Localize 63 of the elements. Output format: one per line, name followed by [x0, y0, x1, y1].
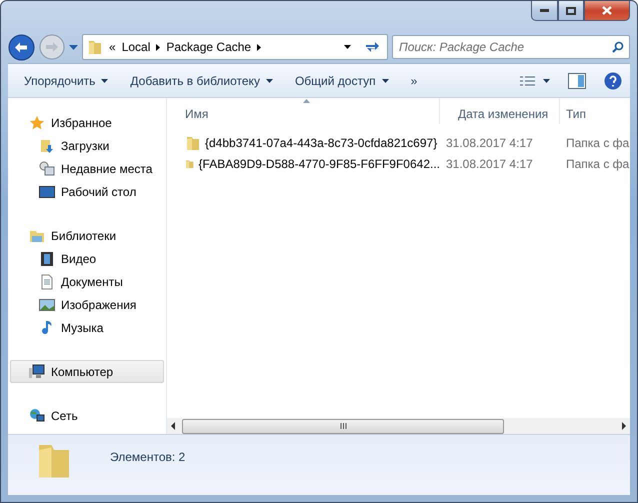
- film-icon: [39, 250, 55, 266]
- item-count: Элементов: 2: [110, 450, 186, 464]
- file-name[interactable]: {d4bb3741-07a4-443a-8c73-0cfda821c697}: [167, 134, 440, 150]
- folder-icon: [185, 134, 201, 150]
- sidebar-item[interactable]: Изображения: [10, 293, 164, 316]
- sidebar-item[interactable]: Рабочий стол: [10, 180, 164, 203]
- sidebar-item[interactable]: Библиотеки: [10, 224, 164, 247]
- dropdown-arrow-icon: [382, 78, 389, 82]
- close-icon: [602, 6, 612, 15]
- date-cell-text: 31.08.2017 4:17: [445, 136, 534, 150]
- sidebar-item[interactable]: Сеть: [10, 404, 164, 427]
- file-name[interactable]: {FABA89D9-D588-4770-9F85-F6FF9F0642...: [167, 156, 440, 172]
- download-folder-icon: [39, 138, 55, 154]
- preview-pane-icon[interactable]: [568, 72, 586, 88]
- sidebar-item[interactable]: Документы: [10, 270, 164, 293]
- type-cell-text: Папка с фа: [565, 156, 630, 170]
- sidebar-item[interactable]: Недавние места: [10, 157, 164, 180]
- horizontal-scrollbar[interactable]: [167, 418, 630, 434]
- network-icon: [29, 408, 45, 424]
- dropdown-arrow-icon[interactable]: [344, 45, 351, 49]
- minimize-icon: [540, 9, 549, 12]
- column-header[interactable]: Имя: [167, 98, 440, 124]
- toolbar-menu-button[interactable]: Общий доступ: [286, 70, 397, 92]
- dropdown-arrow-icon: [101, 78, 108, 82]
- desktop-icon: [39, 184, 55, 200]
- column-header[interactable]: Тип: [560, 98, 630, 124]
- picture-icon: [39, 296, 55, 312]
- chevron-right-icon: [257, 44, 262, 50]
- close-button[interactable]: [584, 1, 630, 21]
- breadcrumb[interactable]: Package Cache: [166, 40, 252, 54]
- maximize-icon: [566, 6, 576, 14]
- toolbar-menu-button[interactable]: Упорядочить: [16, 70, 116, 92]
- maximize-button[interactable]: [558, 1, 584, 21]
- minimize-button[interactable]: [531, 1, 558, 21]
- toolbar-menu-button[interactable]: Добавить в библиотеку: [122, 70, 281, 92]
- breadcrumb-overflow[interactable]: «: [109, 40, 116, 54]
- back-button[interactable]: [8, 34, 35, 60]
- history-dropdown-icon[interactable]: [69, 44, 78, 50]
- date-cell-text: 31.08.2017 4:17: [445, 156, 534, 170]
- address-bar[interactable]: « Local Package Cache: [82, 34, 388, 60]
- document-icon: [39, 274, 55, 290]
- sidebar-item[interactable]: Загрузки: [10, 134, 164, 157]
- view-options-icon[interactable]: [520, 76, 550, 86]
- sidebar-item[interactable]: Компьютер: [10, 360, 164, 383]
- scrollbar-thumb[interactable]: [182, 418, 504, 434]
- folder-icon: [87, 39, 103, 55]
- help-icon[interactable]: [604, 72, 622, 90]
- grip-icon: [340, 423, 346, 429]
- sidebar-item[interactable]: Музыка: [10, 316, 164, 339]
- breadcrumb[interactable]: Local: [122, 40, 150, 54]
- search-field[interactable]: Поиск: Package Cache: [392, 35, 630, 59]
- column-header[interactable]: Дата изменения: [440, 98, 560, 124]
- sidebar-item[interactable]: Избранное: [10, 111, 164, 134]
- type-cell-text: Папка с фа: [565, 136, 630, 150]
- dropdown-arrow-icon: [266, 78, 273, 82]
- star-icon: [29, 114, 45, 130]
- refresh-icon[interactable]: [365, 40, 381, 54]
- search-icon[interactable]: [612, 41, 624, 53]
- computer-icon: [29, 364, 45, 380]
- recent-places-icon: [39, 160, 55, 176]
- sidebar-item[interactable]: Видео: [10, 247, 164, 270]
- more-button[interactable]: »: [402, 70, 426, 92]
- chevron-right-icon: [156, 44, 160, 50]
